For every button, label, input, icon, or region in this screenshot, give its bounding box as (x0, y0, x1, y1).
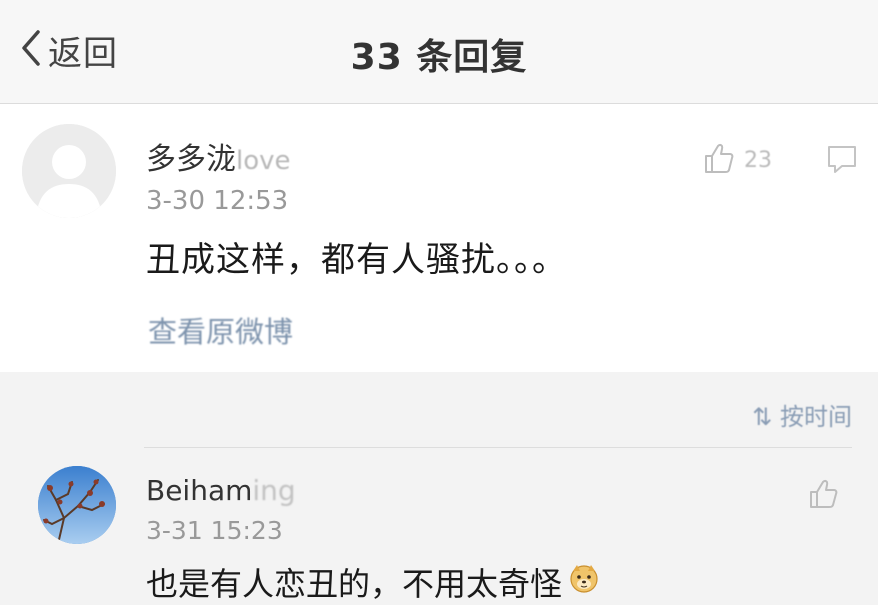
comment-text: 丑成这样，都有人骚扰。。。 (146, 240, 567, 280)
sort-by-time-toggle[interactable]: ⇅ 按时间 (752, 397, 852, 432)
comment-username[interactable]: 多多泷love (146, 134, 291, 178)
reply-timestamp: 3-31 15:23 (146, 516, 283, 545)
like-button[interactable]: 23 (700, 140, 772, 180)
username-suffix: love (236, 146, 291, 176)
top-nav-bar: 返回 33 条回复 (0, 0, 878, 104)
like-count: 23 (744, 147, 772, 173)
comment-icon (828, 146, 856, 173)
reply-avatar[interactable] (38, 466, 116, 544)
thumbs-up-icon (810, 480, 838, 508)
reply-like-button[interactable] (806, 477, 840, 511)
sort-icon: ⇅ (752, 403, 780, 431)
username-suffix: ing (252, 474, 296, 507)
thumbs-up-icon (700, 140, 736, 180)
reply-text: 也是有人恋丑的，不用太奇怪 (146, 565, 563, 603)
reply-text-row: 也是有人恋丑的，不用太奇怪 (146, 559, 600, 605)
original-comment-card: 多多泷love 3-30 12:53 丑成这样，都有人骚扰。。。 查看原微博 2… (0, 104, 878, 372)
username-text: Beiham (146, 474, 253, 507)
divider (144, 447, 852, 448)
sort-bar: ⇅ 按时间 (0, 373, 878, 448)
page-title: 33 条回复 (350, 37, 528, 78)
username-text: 多多泷 (146, 142, 236, 177)
view-original-weibo-link[interactable]: 查看原微博 (148, 309, 293, 351)
sort-label: 按时间 (780, 403, 852, 431)
reply-username[interactable]: Beihaming (146, 474, 296, 507)
avatar[interactable] (22, 124, 116, 218)
doge-emoji-icon (562, 562, 600, 602)
comment-timestamp: 3-30 12:53 (146, 186, 289, 216)
reply-button[interactable] (825, 142, 859, 176)
default-avatar-icon (22, 124, 116, 218)
tree-sky-avatar-image (38, 466, 116, 544)
